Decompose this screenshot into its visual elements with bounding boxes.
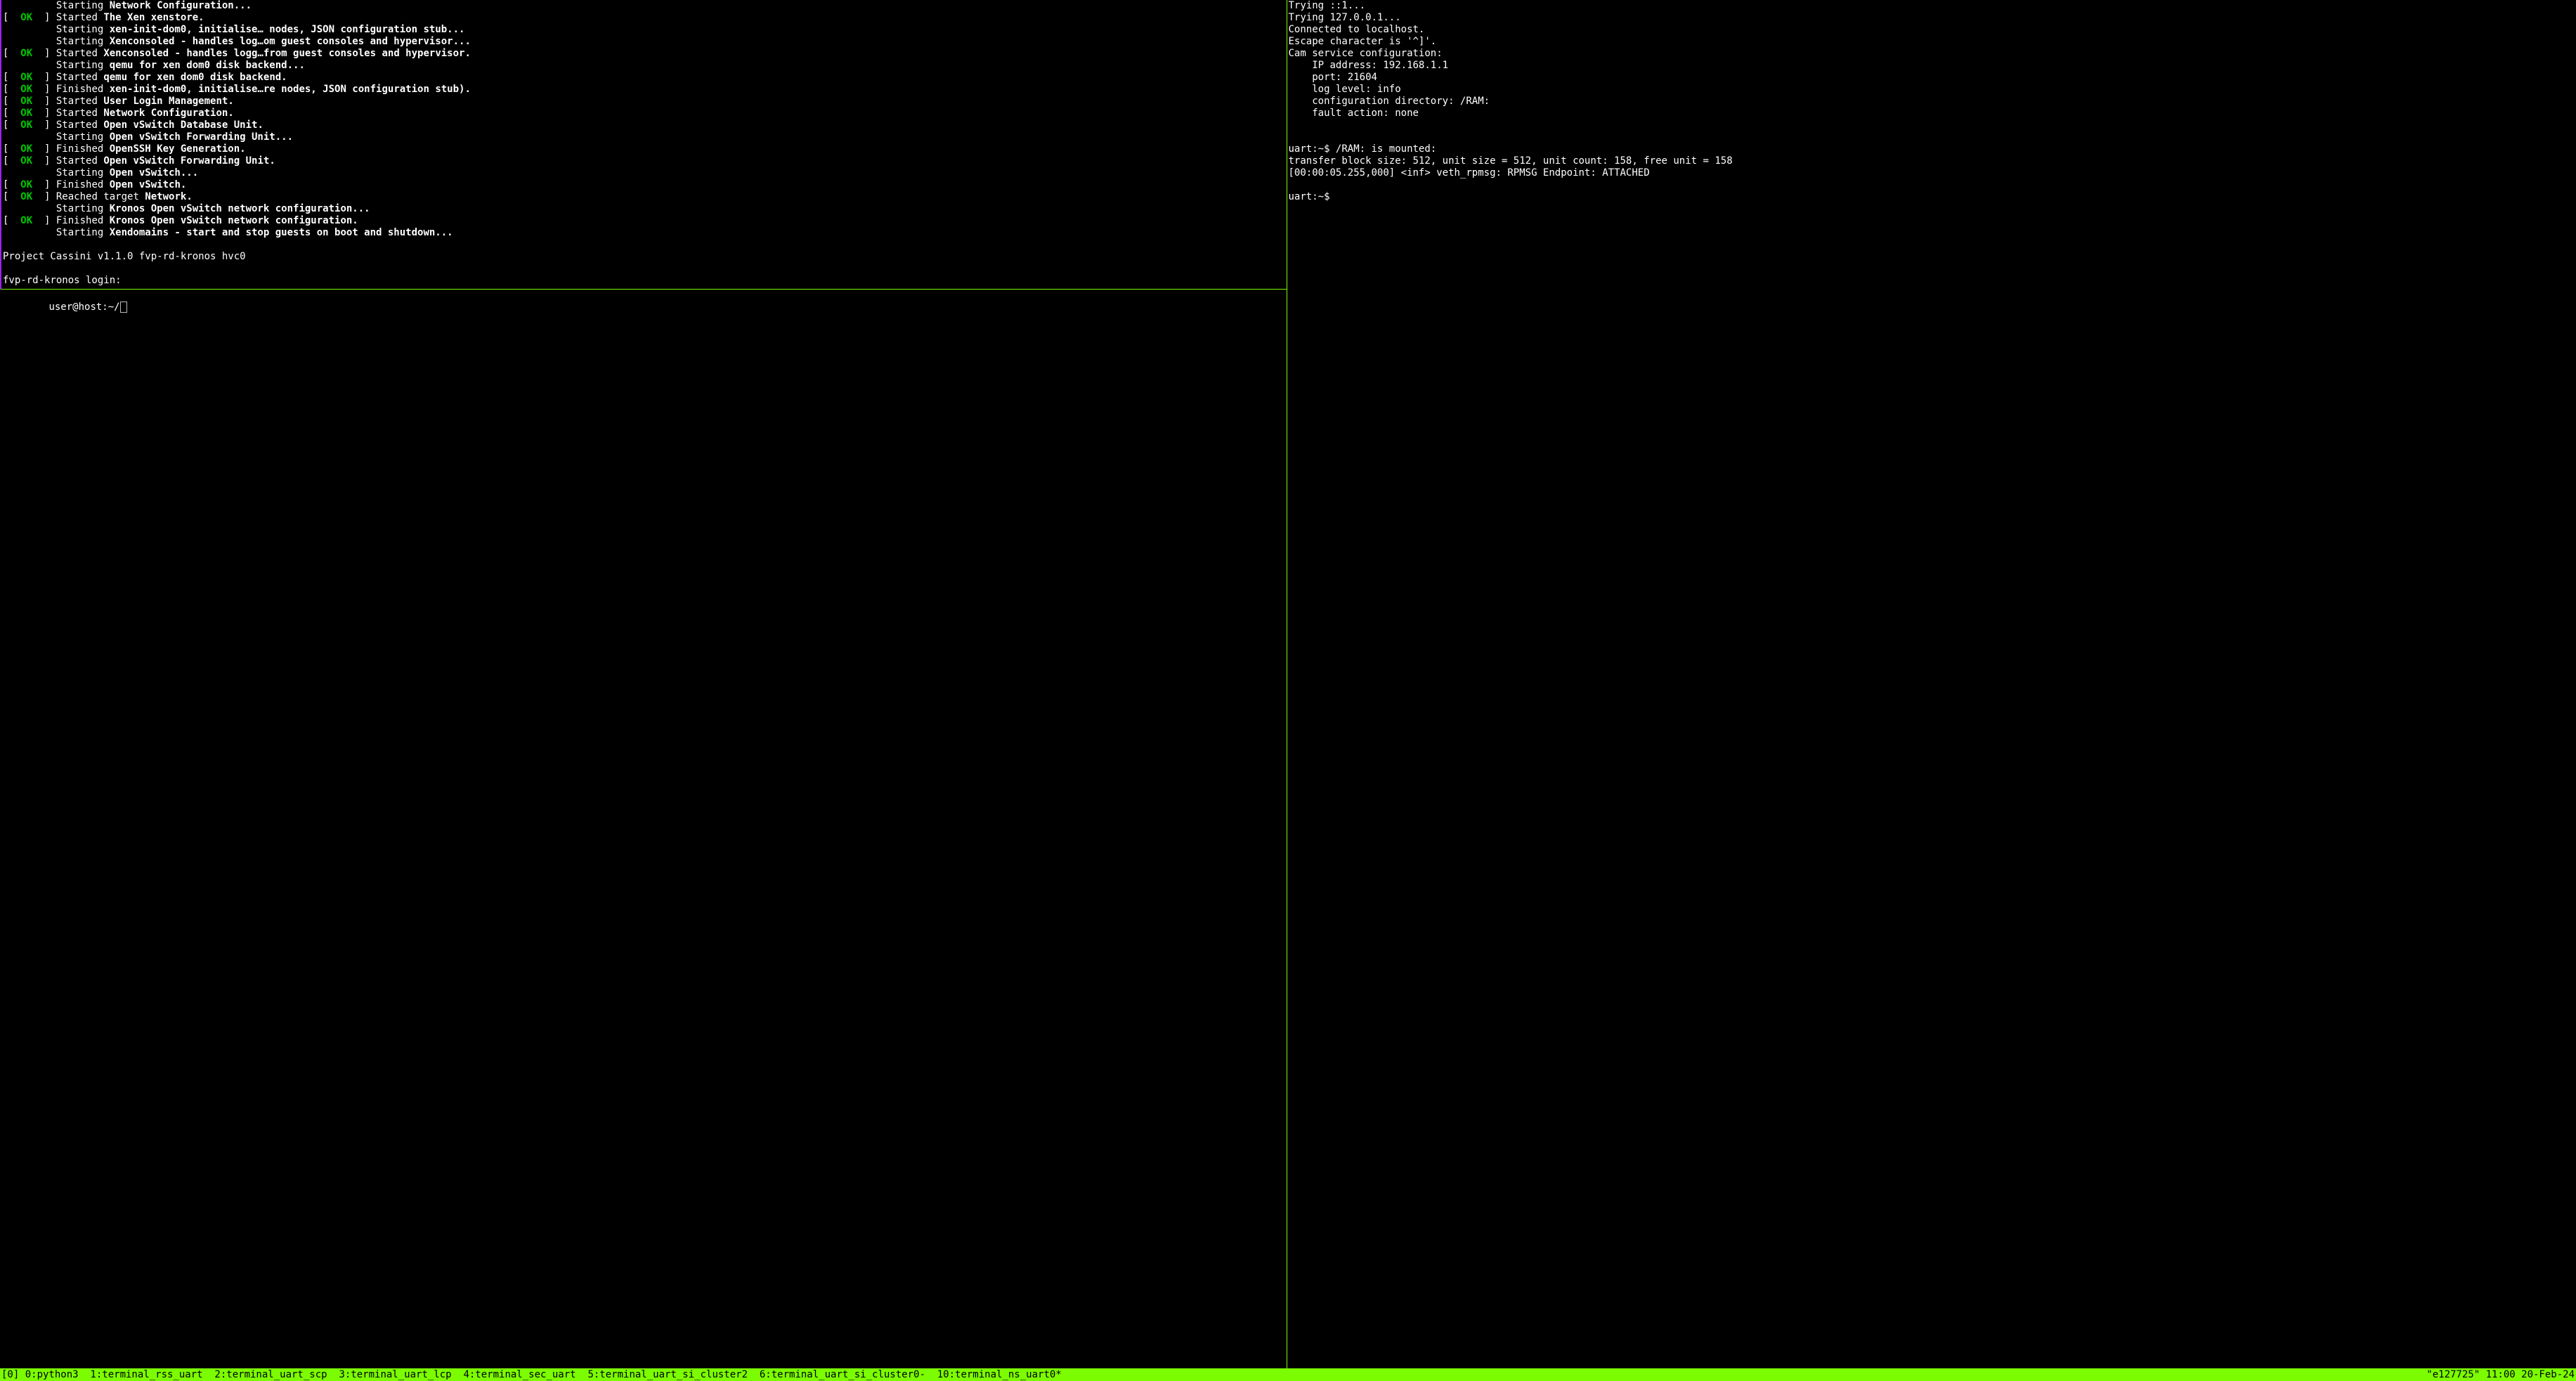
boot-log-line: [ OK ] Finished OpenSSH Key Generation. — [3, 143, 1285, 155]
boot-log-line: Starting xen-init-dom0, initialise… node… — [3, 24, 1285, 36]
uart-log-line: Connected to localhost. — [1289, 24, 2575, 36]
boot-log-line: fvp-rd-kronos login: — [3, 275, 1285, 287]
boot-log-line: [ OK ] Started Open vSwitch Forwarding U… — [3, 155, 1285, 167]
boot-log-line: Starting Open vSwitch Forwarding Unit... — [3, 131, 1285, 143]
boot-log-line: [ OK ] Started User Login Management. — [3, 96, 1285, 108]
boot-log-line — [3, 287, 1285, 289]
uart-log-line: log level: info — [1289, 84, 2575, 96]
boot-log-line: [ OK ] Started Xenconsoled - handles log… — [3, 48, 1285, 60]
uart-log-line: Trying 127.0.0.1... — [1289, 12, 2575, 24]
uart-log-line: fault action: none — [1289, 108, 2575, 119]
uart-pane[interactable]: Trying ::1...Trying 127.0.0.1...Connecte… — [1287, 0, 2576, 1368]
boot-log-line: [ OK ] Reached target Network. — [3, 191, 1285, 203]
status-right: "e127725" 11:00 20-Feb-24 — [2426, 1369, 2575, 1381]
uart-log-line: Cam service configuration: — [1289, 48, 2575, 60]
boot-log-line: [ OK ] Finished Kronos Open vSwitch netw… — [3, 215, 1285, 227]
boot-log-pane[interactable]: Starting Network Configuration...[ OK ] … — [0, 0, 1287, 290]
boot-log-line: Starting qemu for xen dom0 disk backend.… — [3, 60, 1285, 72]
boot-log-line: [ OK ] Started Open vSwitch Database Uni… — [3, 119, 1285, 131]
uart-log-line: [00:00:05.255,000] <inf> veth_rpmsg: RPM… — [1289, 167, 2575, 179]
tmux-screen: Starting Network Configuration...[ OK ] … — [0, 0, 2576, 1381]
boot-log-line: Starting Xenconsoled - handles log…om gu… — [3, 36, 1285, 48]
status-left[interactable]: [0] 0:python3 1:terminal_rss_uart 2:term… — [1, 1369, 1062, 1381]
boot-log-line: Starting Xendomains - start and stop gue… — [3, 227, 1285, 239]
boot-log-line — [3, 263, 1285, 275]
boot-log-line: Starting Kronos Open vSwitch network con… — [3, 203, 1285, 215]
shell-prompt: user@host:~/ — [48, 302, 119, 313]
shell-pane[interactable]: user@host:~/ — [0, 290, 1287, 1368]
boot-log-line: [ OK ] Started Network Configuration. — [3, 108, 1285, 119]
left-column: Starting Network Configuration...[ OK ] … — [0, 0, 1287, 1368]
uart-log-line: transfer block size: 512, unit size = 51… — [1289, 155, 2575, 167]
uart-log-line — [1289, 119, 2575, 131]
panes-container: Starting Network Configuration...[ OK ] … — [0, 0, 2576, 1369]
boot-log-line — [3, 239, 1285, 251]
boot-log-line: [ OK ] Finished Open vSwitch. — [3, 179, 1285, 191]
boot-log-line: Starting Open vSwitch... — [3, 167, 1285, 179]
uart-log-line — [1289, 131, 2575, 143]
boot-log-line: [ OK ] Started qemu for xen dom0 disk ba… — [3, 72, 1285, 84]
boot-log-line: [ OK ] Finished xen-init-dom0, initialis… — [3, 84, 1285, 96]
boot-log-line: Project Cassini v1.1.0 fvp-rd-kronos hvc… — [3, 251, 1285, 263]
uart-log-line — [1289, 179, 2575, 191]
uart-log-line: configuration directory: /RAM: — [1289, 96, 2575, 108]
uart-log-line: Trying ::1... — [1289, 0, 2575, 12]
uart-log-line: IP address: 192.168.1.1 — [1289, 60, 2575, 72]
uart-log-line: port: 21604 — [1289, 72, 2575, 84]
uart-log-line: uart:~$ /RAM: is mounted: — [1289, 143, 2575, 155]
boot-log-line: Starting Network Configuration... — [3, 0, 1285, 12]
boot-log-line: [ OK ] Started The Xen xenstore. — [3, 12, 1285, 24]
tmux-status-bar[interactable]: [0] 0:python3 1:terminal_rss_uart 2:term… — [0, 1369, 2576, 1381]
cursor-icon — [120, 302, 127, 313]
uart-log-line: uart:~$ — [1289, 191, 2575, 203]
uart-log-line: Escape character is '^]'. — [1289, 36, 2575, 48]
